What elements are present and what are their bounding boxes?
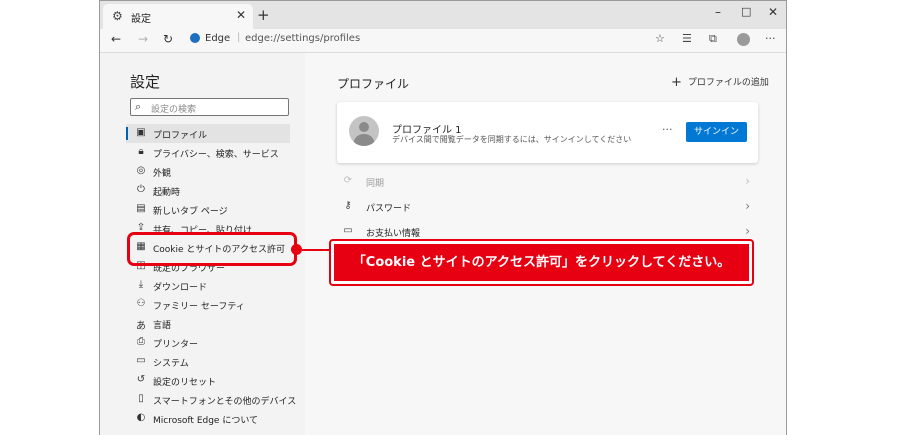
sidebar-item[interactable]: ⎙ プリンター bbox=[126, 333, 290, 352]
collections-icon[interactable]: ⧉ bbox=[709, 32, 717, 46]
address-separator: | bbox=[237, 32, 241, 43]
instruction-callout: 「Cookie とサイトのアクセス許可」をクリックしてください。 bbox=[329, 239, 754, 286]
browser-label: Edge bbox=[205, 33, 231, 44]
sidebar-item-label: スマートフォンとその他のデバイス bbox=[153, 397, 297, 407]
add-profile-button[interactable]: + プロファイルの追加 bbox=[671, 75, 769, 90]
key-icon: ⚷ bbox=[344, 200, 352, 211]
url-text[interactable]: edge://settings/profiles bbox=[245, 33, 360, 44]
settings-row: ⟳ 同期 › bbox=[337, 171, 758, 193]
sidebar-item[interactable]: ↺ 設定のリセット bbox=[126, 371, 290, 390]
settings-row-label: 同期 bbox=[366, 179, 385, 189]
printer-icon: ⎙ bbox=[137, 336, 145, 347]
forward-icon[interactable]: → bbox=[138, 32, 148, 46]
sidebar-item[interactable]: ⏻ 起動時 bbox=[126, 181, 290, 200]
system-icon: ▭ bbox=[136, 355, 146, 366]
tab-bar: ⚙ 設定 ✕ + – □ ✕ bbox=[100, 1, 786, 29]
settings-search-input[interactable]: ⌕ 設定の検索 bbox=[130, 98, 289, 116]
sidebar-item-label: 言語 bbox=[153, 321, 172, 331]
highlight-box bbox=[127, 232, 297, 266]
sidebar-item-label: 外観 bbox=[153, 169, 172, 179]
sidebar-item[interactable]: ▯ スマートフォンとその他のデバイス bbox=[126, 390, 296, 409]
profile-card: プロファイル 1 デバイス間で閲覧データを同期するには、サインインしてください … bbox=[337, 102, 758, 163]
edge-icon: ◐ bbox=[136, 412, 146, 423]
reset-icon: ↺ bbox=[136, 374, 146, 385]
search-icon: ⌕ bbox=[135, 100, 142, 113]
chevron-right-icon: › bbox=[745, 199, 750, 213]
new-tab-button[interactable]: + bbox=[257, 6, 270, 24]
sidebar-item-label: Microsoft Edge について bbox=[153, 416, 259, 426]
sidebar-title: 設定 bbox=[130, 73, 161, 91]
address-toolbar: ← → ↻ Edge | edge://settings/profiles ☆ … bbox=[100, 29, 786, 53]
language-icon: あ bbox=[136, 321, 146, 332]
sidebar-item[interactable]: ▤ 新しいタブ ページ bbox=[126, 200, 290, 219]
sidebar-item[interactable]: ◎ 外観 bbox=[126, 162, 290, 181]
newtab-icon: ▤ bbox=[136, 203, 146, 214]
add-profile-label: プロファイルの追加 bbox=[687, 78, 769, 88]
edge-logo-icon bbox=[190, 33, 200, 43]
more-menu-icon[interactable]: ··· bbox=[765, 32, 776, 45]
sidebar-item-label: システム bbox=[153, 359, 189, 369]
sidebar-item-label: プリンター bbox=[153, 340, 199, 350]
sidebar-item-label: 起動時 bbox=[153, 188, 181, 198]
sidebar-item-label: 新しいタブ ページ bbox=[153, 207, 228, 217]
family-icon: ⚇ bbox=[136, 298, 146, 309]
sidebar-item-label: ダウンロード bbox=[153, 283, 208, 293]
avatar bbox=[349, 116, 379, 146]
download-icon: ⤓ bbox=[138, 279, 144, 290]
gear-icon: ⚙ bbox=[112, 9, 123, 23]
sidebar-item-label: 設定のリセット bbox=[153, 378, 217, 388]
favorite-star-icon[interactable]: ☆ bbox=[655, 32, 665, 45]
sidebar-item[interactable]: あ言語 bbox=[126, 314, 290, 333]
refresh-icon[interactable]: ↻ bbox=[163, 32, 173, 46]
minimize-button[interactable]: – bbox=[715, 5, 721, 19]
back-icon[interactable]: ← bbox=[111, 32, 121, 46]
sidebar-item-label: プライバシー、検索、サービス bbox=[153, 150, 279, 160]
maximize-button[interactable]: □ bbox=[741, 5, 751, 18]
signin-button[interactable]: サインイン bbox=[686, 122, 747, 142]
power-icon: ⏻ bbox=[137, 184, 145, 195]
profile-icon: ▣ bbox=[136, 127, 146, 138]
sidebar-item[interactable]: ◐ Microsoft Edge について bbox=[126, 409, 290, 428]
chevron-right-icon: › bbox=[745, 174, 750, 188]
profile-avatar-icon[interactable] bbox=[737, 33, 750, 46]
profile-description: デバイス間で閲覧データを同期するには、サインインしてください bbox=[392, 135, 632, 144]
sidebar-item[interactable]: ⤓ ダウンロード bbox=[126, 276, 290, 295]
sidebar-item[interactable]: 🔒︎ プライバシー、検索、サービス bbox=[126, 143, 290, 162]
settings-row[interactable]: ▭ お支払い情報 › bbox=[337, 221, 758, 243]
sidebar-item-label: ファミリー セーフティ bbox=[153, 302, 245, 312]
tab-title: 設定 bbox=[131, 14, 151, 25]
page-title: プロファイル bbox=[337, 77, 410, 91]
sidebar-item[interactable]: ⚇ ファミリー セーフティ bbox=[126, 295, 290, 314]
sidebar-item-label: プロファイル bbox=[153, 131, 208, 141]
close-button[interactable]: ✕ bbox=[768, 5, 778, 19]
browser-window: ⚙ 設定 ✕ + – □ ✕ ← → ↻ Edge | edge://setti… bbox=[99, 0, 787, 435]
card-icon: ▭ bbox=[343, 225, 353, 236]
sidebar-item[interactable]: ▣ プロファイル bbox=[126, 124, 290, 143]
settings-row[interactable]: ⚷ パスワード › bbox=[337, 196, 758, 218]
plus-icon: + bbox=[671, 75, 682, 90]
address-bar[interactable]: Edge | edge://settings/profiles bbox=[190, 32, 670, 48]
palette-icon: ◎ bbox=[136, 165, 146, 176]
tab-settings[interactable]: ⚙ 設定 ✕ bbox=[103, 4, 253, 29]
sync-icon: ⟳ bbox=[343, 175, 353, 186]
connector-line bbox=[299, 249, 331, 251]
settings-row-label: パスワード bbox=[366, 204, 412, 214]
search-placeholder: 設定の検索 bbox=[151, 105, 197, 115]
sidebar-item[interactable]: ▭ システム bbox=[126, 352, 290, 371]
settings-row-label: お支払い情報 bbox=[366, 229, 421, 239]
favorites-list-icon[interactable]: ☰ bbox=[682, 32, 692, 45]
phone-icon: ▯ bbox=[138, 393, 144, 404]
profile-more-button[interactable]: ··· bbox=[662, 123, 673, 136]
chevron-right-icon: › bbox=[745, 224, 750, 238]
tab-close-icon[interactable]: ✕ bbox=[236, 8, 246, 22]
lock-icon: 🔒︎ bbox=[138, 146, 144, 157]
